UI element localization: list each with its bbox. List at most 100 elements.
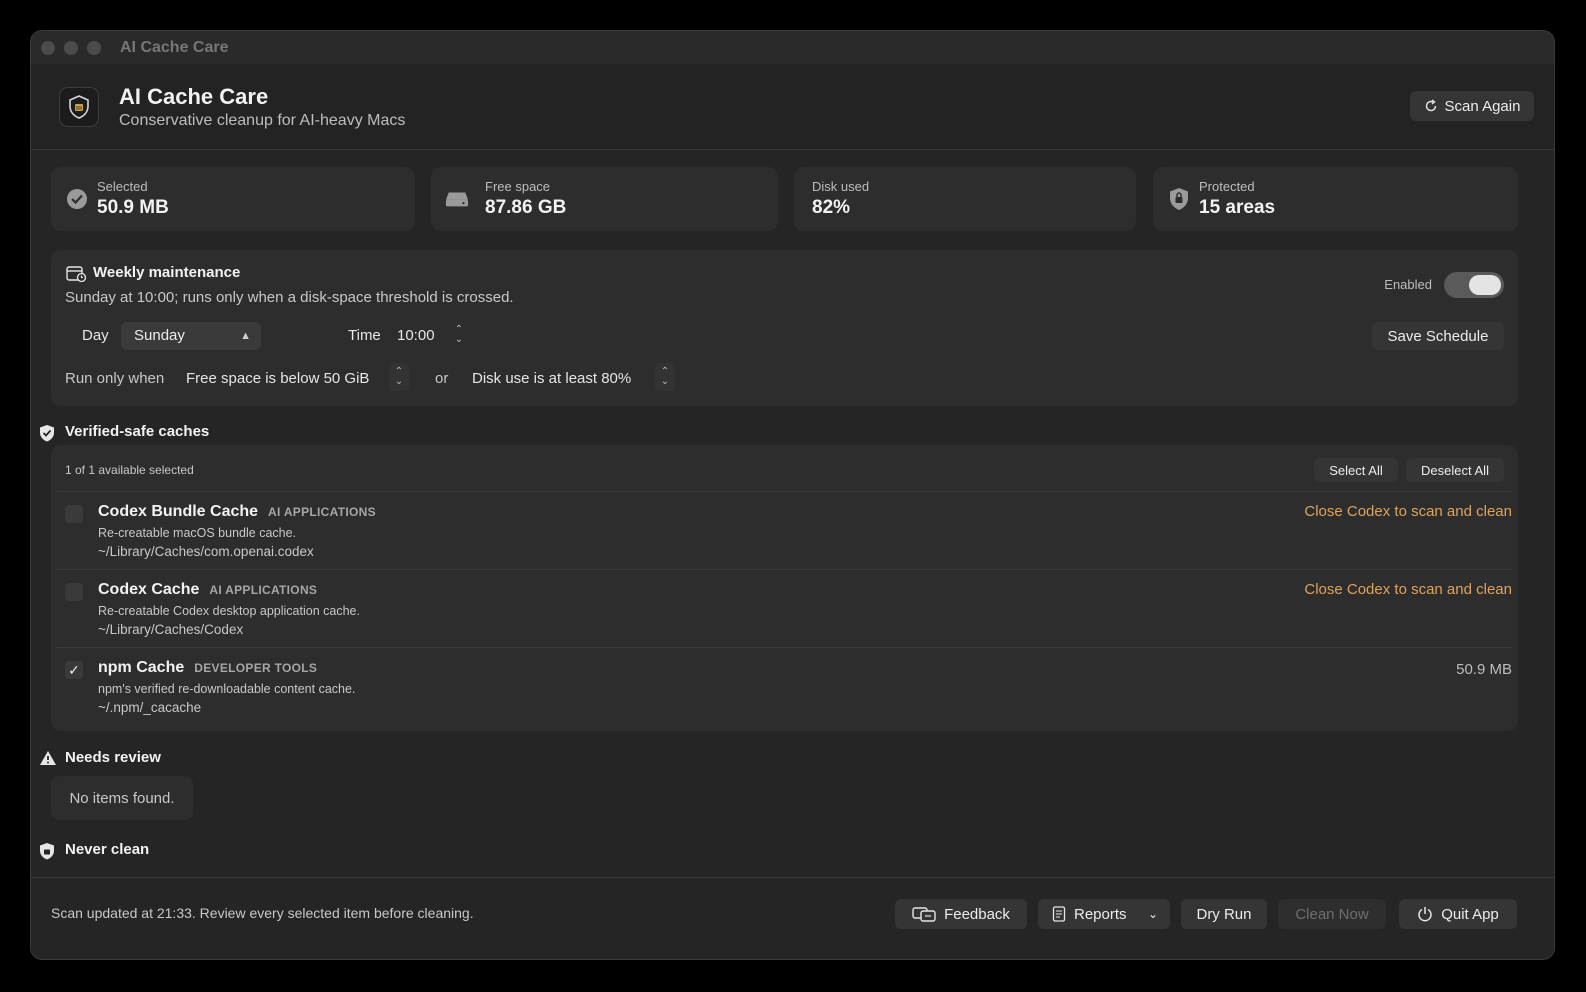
- checkmark-circle-icon: [65, 187, 89, 211]
- cache-name: npm Cache DEVELOPER TOOLS: [98, 659, 317, 677]
- cache-checkbox-checked[interactable]: ✓: [65, 661, 83, 679]
- day-value: Sunday: [134, 327, 185, 344]
- chevron-down-icon[interactable]: ⌄: [455, 335, 463, 345]
- time-stepper[interactable]: ⌃ ⌄: [449, 321, 469, 349]
- needs-review-empty: No items found.: [51, 776, 193, 820]
- app-header: AI Cache Care Conservative cleanup for A…: [31, 64, 1554, 150]
- quit-app-label: Quit App: [1441, 905, 1499, 923]
- time-label: Time: [348, 327, 381, 344]
- app-shield-icon: [59, 87, 99, 127]
- cache-description: Re-creatable macOS bundle cache.: [98, 526, 297, 540]
- enabled-label: Enabled: [1384, 277, 1432, 292]
- chevron-up-down-icon: ▲︎: [240, 330, 251, 342]
- stat-disk-used: Disk used 82%: [794, 167, 1136, 231]
- cache-path: ~/Library/Caches/Codex: [98, 622, 244, 637]
- stat-protected: Protected 15 areas: [1153, 167, 1518, 231]
- toggle-knob: [1469, 275, 1501, 295]
- cache-description: Re-creatable Codex desktop application c…: [98, 604, 360, 618]
- needs-review-heading: Needs review: [40, 749, 161, 766]
- app-window: AI Cache Care AI Cache Care Conservative…: [30, 30, 1555, 960]
- never-clean-heading: Never clean: [40, 841, 150, 860]
- schedule-description: Sunday at 10:00; runs only when a disk-s…: [65, 289, 514, 306]
- chevron-down-icon[interactable]: ⌄: [395, 377, 403, 387]
- feedback-label: Feedback: [944, 905, 1010, 923]
- zoom-window-button[interactable]: [87, 40, 101, 55]
- cache-category: DEVELOPER TOOLS: [194, 661, 318, 675]
- cache-row[interactable]: ✓ npm Cache DEVELOPER TOOLS npm's verifie…: [57, 647, 1512, 725]
- app-subtitle: Conservative cleanup for AI-heavy Macs: [119, 112, 406, 129]
- cache-status: Close Codex to scan and clean: [1304, 503, 1512, 520]
- time-value[interactable]: 10:00: [397, 327, 435, 344]
- select-all-button[interactable]: Select All: [1314, 458, 1398, 482]
- deselect-all-button[interactable]: Deselect All: [1406, 458, 1504, 482]
- scan-again-button[interactable]: Scan Again: [1410, 91, 1534, 121]
- verified-safe-heading: Verified-safe caches: [40, 423, 209, 442]
- cache-name: Codex Cache AI APPLICATIONS: [98, 581, 317, 599]
- cache-size: 50.9 MB: [1456, 661, 1512, 678]
- cache-status: Close Codex to scan and clean: [1304, 581, 1512, 598]
- close-window-button[interactable]: [41, 40, 55, 55]
- checkmark-icon: ✓: [68, 661, 80, 678]
- stat-free-space: Free space 87.86 GB: [431, 167, 778, 231]
- footer-bar: Scan updated at 21:33. Review every sele…: [31, 877, 1554, 959]
- cache-row[interactable]: Codex Cache AI APPLICATIONS Re-creatable …: [57, 569, 1512, 647]
- scan-again-label: Scan Again: [1444, 97, 1521, 115]
- power-icon: [1418, 907, 1432, 922]
- dry-run-button[interactable]: Dry Run: [1181, 899, 1267, 929]
- stat-selected: Selected 50.9 MB: [51, 167, 415, 231]
- run-only-when-label: Run only when: [65, 370, 165, 387]
- cache-path: ~/.npm/_cacache: [98, 700, 202, 715]
- drive-icon: [445, 187, 469, 211]
- title-bar[interactable]: AI Cache Care: [31, 31, 1554, 64]
- shield-check-icon: [40, 425, 54, 442]
- cache-category: AI APPLICATIONS: [209, 583, 318, 597]
- scan-status-text: Scan updated at 21:33. Review every sele…: [51, 905, 474, 921]
- save-schedule-button[interactable]: Save Schedule: [1372, 322, 1504, 350]
- disk-use-stepper[interactable]: ⌃ ⌄: [655, 363, 675, 391]
- stat-label: Protected: [1199, 179, 1255, 194]
- cache-checkbox[interactable]: [65, 583, 83, 601]
- cache-name-text: npm Cache: [98, 659, 185, 676]
- cache-name: Codex Bundle Cache AI APPLICATIONS: [98, 503, 376, 521]
- reports-button[interactable]: Reports ⌄: [1038, 899, 1170, 929]
- stat-value: 15 areas: [1199, 197, 1276, 218]
- cache-name-text: Codex Bundle Cache: [98, 503, 259, 520]
- cache-checkbox[interactable]: [65, 505, 83, 523]
- cache-description: npm's verified re-downloadable content c…: [98, 682, 356, 696]
- lock-shield-icon: [40, 843, 54, 860]
- clean-now-button[interactable]: Clean Now: [1278, 899, 1386, 929]
- disk-use-condition[interactable]: Disk use is at least 80%: [472, 370, 631, 387]
- free-space-stepper[interactable]: ⌃ ⌄: [389, 363, 409, 391]
- stat-label: Disk used: [812, 179, 870, 194]
- schedule-title: Weekly maintenance: [93, 264, 241, 281]
- stat-value: 50.9 MB: [97, 197, 169, 218]
- chevron-down-icon[interactable]: ⌄: [1148, 907, 1158, 921]
- feedback-button[interactable]: Feedback: [895, 899, 1027, 929]
- stat-value: 87.86 GB: [485, 197, 567, 218]
- needs-review-title: Needs review: [65, 749, 161, 766]
- never-clean-title: Never clean: [65, 841, 150, 858]
- document-icon: [1052, 906, 1066, 922]
- verified-caches-panel: 1 of 1 available selected Select All Des…: [51, 445, 1518, 731]
- quit-app-button[interactable]: Quit App: [1399, 899, 1517, 929]
- window-title: AI Cache Care: [120, 38, 229, 56]
- weekly-maintenance-panel: Weekly maintenance Sunday at 10:00; runs…: [51, 250, 1518, 406]
- cache-row[interactable]: Codex Bundle Cache AI APPLICATIONS Re-cre…: [57, 491, 1512, 569]
- cache-name-text: Codex Cache: [98, 581, 200, 598]
- or-label: or: [435, 370, 449, 387]
- enabled-toggle[interactable]: [1444, 272, 1504, 298]
- chevron-down-icon[interactable]: ⌄: [661, 377, 669, 387]
- window-controls: [41, 40, 101, 55]
- stat-value: 82%: [812, 197, 851, 218]
- minimize-window-button[interactable]: [64, 40, 78, 55]
- cache-path: ~/Library/Caches/com.openai.codex: [98, 544, 314, 559]
- app-name: AI Cache Care: [119, 84, 269, 109]
- reports-label: Reports: [1074, 905, 1127, 923]
- free-space-condition[interactable]: Free space is below 50 GiB: [186, 370, 369, 387]
- stats-bar: Selected 50.9 MB Free space 87.86 GB Dis…: [51, 167, 1518, 231]
- day-select[interactable]: Sunday ▲︎: [121, 322, 261, 350]
- day-label: Day: [82, 327, 109, 344]
- stat-label: Selected: [97, 179, 148, 194]
- calendar-clock-icon: [66, 266, 86, 282]
- refresh-icon: [1425, 99, 1436, 112]
